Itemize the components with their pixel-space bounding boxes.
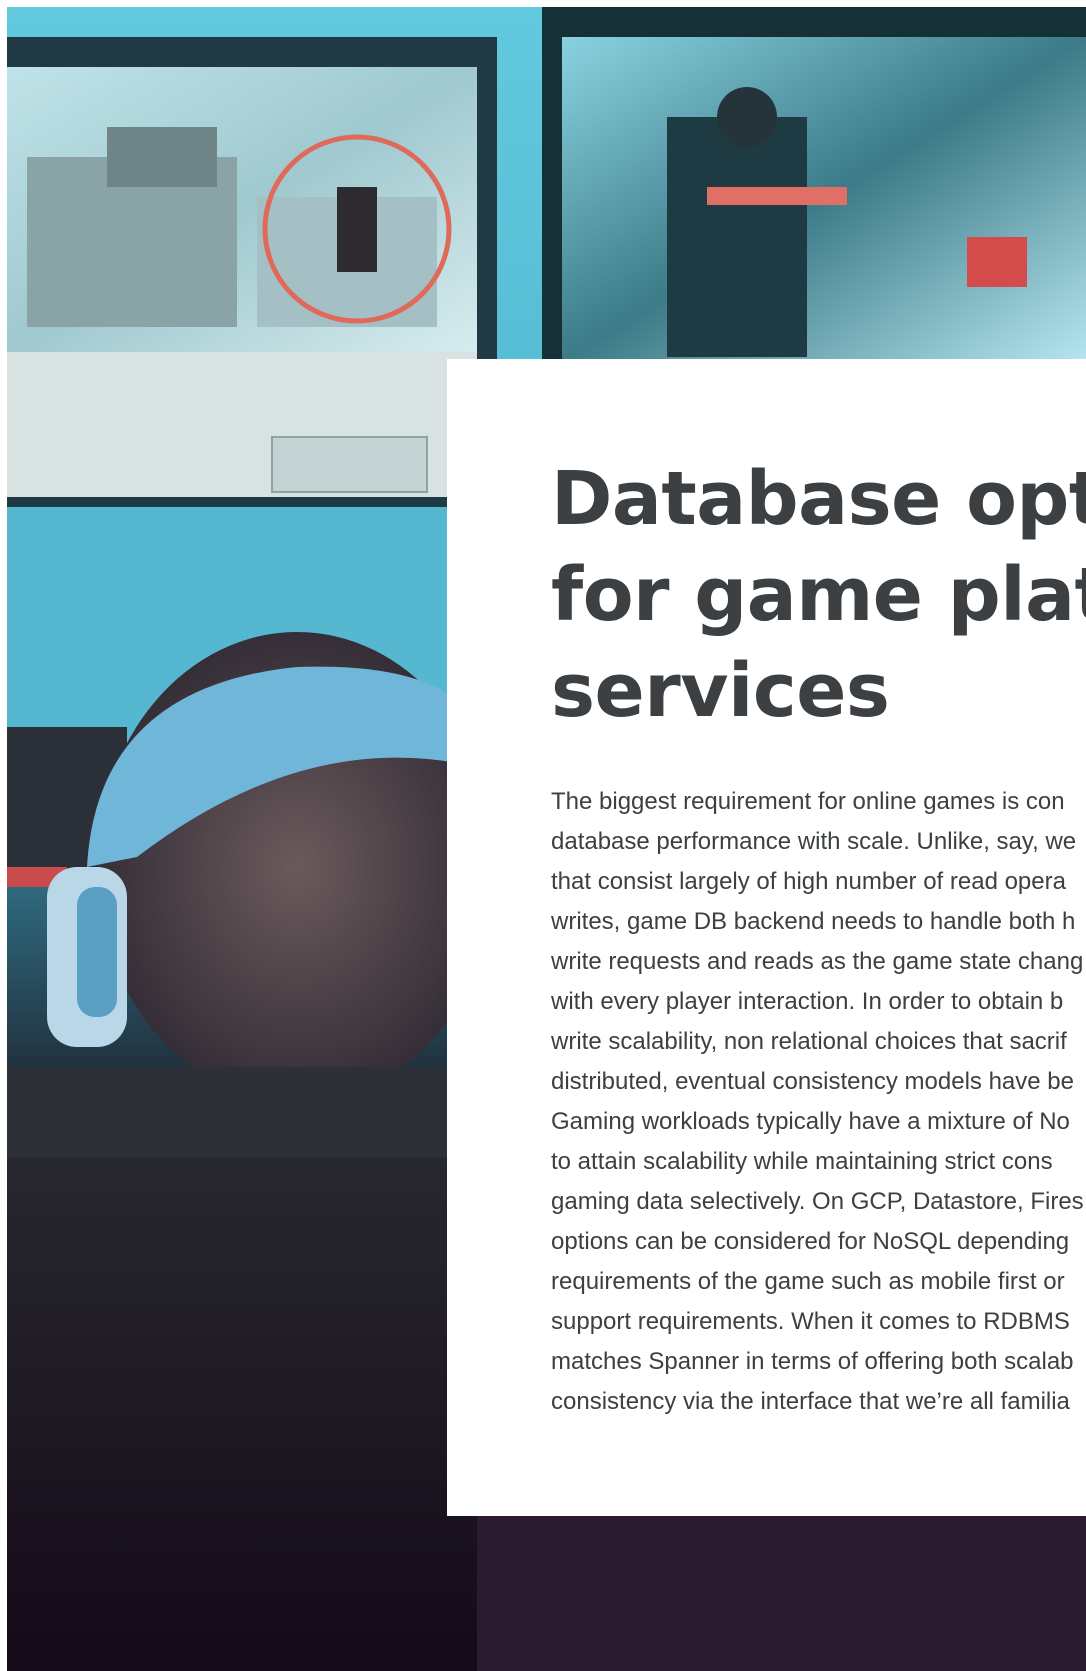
- body-line: requirements of the game such as mobile …: [551, 1268, 1065, 1295]
- body-line: support requirements. When it comes to R…: [551, 1308, 1070, 1335]
- article-title: Database opti for game platf services: [551, 456, 1086, 734]
- article-body: The biggest requirement for online games…: [551, 782, 1086, 1422]
- article-card: Database opti for game platf services Th…: [447, 359, 1086, 1516]
- body-line: database performance with scale. Unlike,…: [551, 828, 1077, 855]
- body-line: consistency via the interface that we’re…: [551, 1388, 1070, 1415]
- page: Database opti for game platf services Th…: [0, 0, 1086, 1671]
- body-line: writes, game DB backend needs to handle …: [551, 908, 1076, 935]
- body-line: to attain scalability while maintaining …: [551, 1148, 1053, 1175]
- body-line: write requests and reads as the game sta…: [551, 948, 1084, 975]
- body-line: Gaming workloads typically have a mixtur…: [551, 1108, 1070, 1135]
- body-line: matches Spanner in terms of offering bot…: [551, 1348, 1074, 1375]
- body-line: with every player interaction. In order …: [551, 988, 1064, 1015]
- body-line: options can be considered for NoSQL depe…: [551, 1228, 1070, 1255]
- body-line: gaming data selectively. On GCP, Datasto…: [551, 1188, 1084, 1215]
- body-line: The biggest requirement for online games…: [551, 788, 1065, 815]
- body-line: write scalability, non relational choice…: [551, 1028, 1067, 1055]
- body-line: that consist largely of high number of r…: [551, 868, 1066, 895]
- body-line: distributed, eventual consistency models…: [551, 1068, 1074, 1095]
